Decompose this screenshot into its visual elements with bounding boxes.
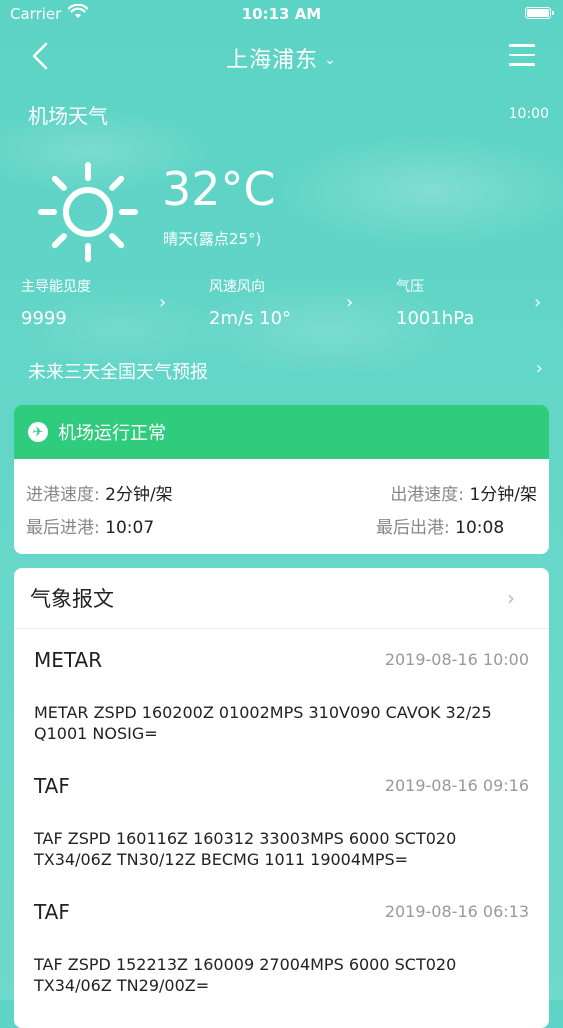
- update-time: 10:00: [508, 106, 549, 122]
- departure-speed: 出港速度: 1分钟/架: [390, 480, 537, 505]
- report-item[interactable]: METAR 2019-08-16 10:00 METAR ZSPD 160200…: [34, 648, 529, 744]
- forecast-link-label: 未来三天全国天气预报: [28, 362, 208, 383]
- report-text: TAF ZSPD 152213Z 160009 27004MPS 6000 SC…: [34, 955, 457, 995]
- last-departure-value: 10:08: [455, 518, 505, 538]
- metric-visibility[interactable]: 主导能见度 9999 ›: [21, 276, 191, 329]
- battery-icon: [525, 7, 554, 19]
- clock: 10:13 AM: [241, 5, 322, 23]
- metric-value: 2m/s 10°: [209, 308, 292, 329]
- chevron-right-icon: ›: [507, 586, 515, 610]
- chevron-right-icon: ›: [535, 358, 543, 379]
- airport-operations-card: ✈ 机场运行正常 进港速度: 2分钟/架 出港速度: 1分钟/架 最后进港: 1…: [14, 405, 549, 554]
- weather-reports-card: 气象报文 › METAR 2019-08-16 10:00 METAR ZSPD…: [14, 568, 549, 1028]
- airport-name: 上海浦东: [226, 48, 319, 73]
- report-item[interactable]: TAF 2019-08-16 06:13 TAF ZSPD 152213Z 16…: [34, 900, 529, 996]
- section-title-weather: 机场天气: [28, 104, 108, 128]
- report-item[interactable]: TAF 2019-08-16 09:16 TAF ZSPD 160116Z 16…: [34, 774, 529, 870]
- metric-wind[interactable]: 风速风向 2m/s 10° ›: [209, 276, 379, 329]
- last-departure-label: 最后出港:: [376, 518, 450, 538]
- metric-pressure[interactable]: 气压 1001hPa ›: [396, 276, 546, 329]
- status-bar: Carrier 10:13 AM: [0, 0, 563, 30]
- operations-status-banner: ✈ 机场运行正常: [14, 405, 549, 459]
- last-arrival: 最后进港: 10:07: [26, 513, 154, 538]
- metric-label: 气压: [396, 279, 424, 295]
- report-date: 2019-08-16 06:13: [384, 902, 529, 921]
- reports-title: 气象报文: [30, 587, 114, 611]
- metric-label: 风速风向: [209, 279, 265, 295]
- report-text: METAR ZSPD 160200Z 01002MPS 310V090 CAVO…: [34, 703, 492, 743]
- report-text: TAF ZSPD 160116Z 160312 33003MPS 6000 SC…: [34, 829, 457, 869]
- last-departure: 最后出港: 10:08: [376, 513, 504, 538]
- chevron-right-icon: ›: [346, 292, 354, 313]
- arrival-speed: 进港速度: 2分钟/架: [26, 480, 173, 505]
- last-arrival-label: 最后进港:: [26, 518, 100, 538]
- report-date: 2019-08-16 10:00: [384, 650, 529, 669]
- departure-speed-label: 出港速度:: [390, 485, 465, 505]
- chevron-down-icon: ⌄: [324, 52, 337, 68]
- chevron-right-icon: ›: [534, 292, 542, 313]
- navigation-bar: 上海浦东 ⌄: [0, 36, 563, 78]
- last-arrival-value: 10:07: [105, 518, 155, 538]
- forecast-link[interactable]: 未来三天全国天气预报 ›: [28, 358, 549, 384]
- sun-icon: [38, 162, 138, 262]
- weather-condition: 晴天(露点25°): [163, 230, 262, 248]
- airport-selector[interactable]: 上海浦东 ⌄: [0, 42, 563, 74]
- airplane-icon: ✈: [28, 422, 48, 442]
- reports-header[interactable]: 气象报文 ›: [14, 568, 549, 629]
- metric-value: 1001hPa: [396, 308, 475, 329]
- operations-status: 机场运行正常: [58, 423, 166, 444]
- hamburger-menu-icon[interactable]: [509, 44, 535, 68]
- temperature: 32°C: [162, 162, 276, 216]
- report-date: 2019-08-16 09:16: [384, 776, 529, 795]
- departure-speed-value: 1分钟/架: [469, 485, 537, 505]
- arrival-speed-value: 2分钟/架: [105, 485, 173, 505]
- arrival-speed-label: 进港速度:: [26, 485, 100, 505]
- chevron-right-icon: ›: [159, 292, 167, 313]
